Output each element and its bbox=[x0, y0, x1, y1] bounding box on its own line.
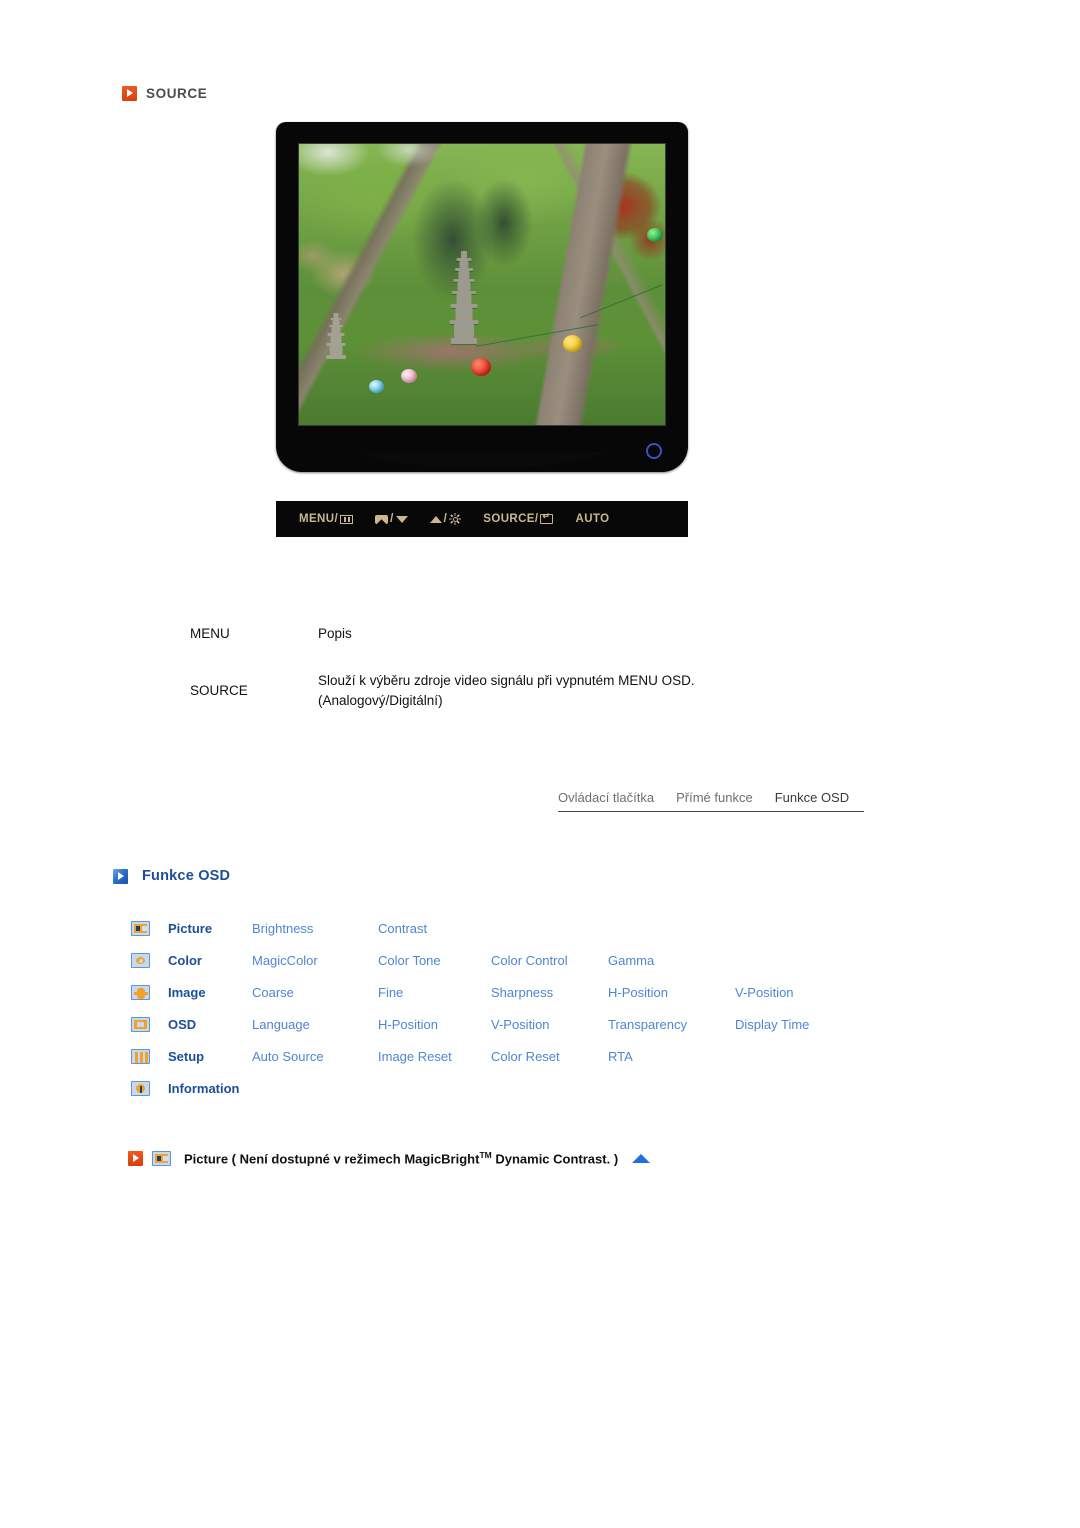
button-up-brightness[interactable]: / bbox=[429, 513, 462, 525]
picture-note: Picture ( Není dostupné v režimech Magic… bbox=[128, 1150, 651, 1166]
osd-row-setup: Setup Auto Source Image Reset Color Rese… bbox=[131, 1040, 891, 1072]
osd-category-picture[interactable]: Picture bbox=[168, 921, 252, 936]
monitor-bezel bbox=[276, 122, 688, 492]
image-icon bbox=[131, 984, 150, 1000]
osd-item-v-position[interactable]: V-Position bbox=[491, 1017, 608, 1032]
tab-prime-funkce[interactable]: Přímé funkce bbox=[676, 790, 753, 805]
button-magicbright-down[interactable]: / bbox=[375, 513, 408, 525]
up-arrow-icon bbox=[429, 515, 442, 523]
osd-item-display-time[interactable]: Display Time bbox=[735, 1017, 809, 1032]
table-row: SOURCE Slouží k výběru zdroje video sign… bbox=[190, 671, 890, 710]
osd-item-h-position[interactable]: H-Position bbox=[608, 985, 735, 1000]
information-icon bbox=[131, 1080, 150, 1096]
row-description-line2: (Analogový/Digitální) bbox=[318, 692, 443, 708]
tab-ovladaci-tlacitka[interactable]: Ovládací tlačítka bbox=[558, 790, 654, 805]
osd-item-coarse[interactable]: Coarse bbox=[252, 985, 378, 1000]
osd-item-contrast[interactable]: Contrast bbox=[378, 921, 491, 936]
trademark-mark: TM bbox=[479, 1150, 492, 1160]
osd-item-transparency[interactable]: Transparency bbox=[608, 1017, 735, 1032]
separator: / bbox=[443, 513, 448, 525]
osd-item-color-tone[interactable]: Color Tone bbox=[378, 953, 491, 968]
osd-row-image: Image Coarse Fine Sharpness H-Position V… bbox=[131, 976, 891, 1008]
picture-note-text: Picture ( Není dostupné v režimech Magic… bbox=[184, 1150, 618, 1166]
monitor-illustration: MENU/ / / SOURCE/ AUTO bbox=[276, 122, 688, 542]
osd-item-gamma[interactable]: Gamma bbox=[608, 953, 735, 968]
osd-row-picture: Picture Brightness Contrast bbox=[131, 912, 891, 944]
monitor-screen bbox=[298, 143, 666, 426]
osd-item-sharpness[interactable]: Sharpness bbox=[491, 985, 608, 1000]
osd-row-color: Color MagicColor Color Tone Color Contro… bbox=[131, 944, 891, 976]
orange-play-square-icon bbox=[122, 86, 137, 101]
column-header-menu: MENU bbox=[190, 626, 230, 641]
osd-row-information: Information bbox=[131, 1072, 891, 1104]
pagoda-small bbox=[325, 312, 347, 369]
osd-item-image-reset[interactable]: Image Reset bbox=[378, 1049, 491, 1064]
row-menu-name: SOURCE bbox=[190, 683, 248, 698]
menu-grid-icon bbox=[340, 514, 354, 524]
page-title: SOURCE bbox=[146, 86, 208, 101]
button-source-enter[interactable]: SOURCE/ bbox=[483, 511, 554, 525]
column-header-description: Popis bbox=[318, 626, 352, 641]
power-led-ring-icon bbox=[646, 443, 662, 459]
row-description-line1: Slouží k výběru zdroje video signálu při… bbox=[318, 673, 695, 688]
button-auto[interactable]: AUTO bbox=[575, 513, 609, 525]
osd-category-osd[interactable]: OSD bbox=[168, 1017, 252, 1032]
note-text-part2: Dynamic Contrast. ) bbox=[491, 1151, 619, 1167]
setup-icon bbox=[131, 1048, 150, 1064]
button-menu-label: MENU/ bbox=[299, 513, 339, 525]
picture-icon bbox=[152, 1150, 171, 1166]
picture-icon bbox=[131, 920, 150, 936]
table-header-row: MENU Popis bbox=[190, 626, 890, 641]
note-text-part1: Picture ( Není dostupné v režimech Magic… bbox=[184, 1151, 480, 1167]
osd-functions-title: Funkce OSD bbox=[142, 868, 231, 884]
source-section-header: SOURCE bbox=[122, 86, 207, 101]
down-arrow-icon bbox=[395, 515, 408, 523]
lantern-yellow bbox=[562, 335, 582, 353]
button-menu[interactable]: MENU/ bbox=[299, 513, 354, 525]
osd-item-rta[interactable]: RTA bbox=[608, 1049, 735, 1064]
tab-funkce-osd[interactable]: Funkce OSD bbox=[775, 790, 849, 805]
row-description: Slouží k výběru zdroje video signálu při… bbox=[318, 671, 890, 710]
osd-item-color-reset[interactable]: Color Reset bbox=[491, 1049, 608, 1064]
screen-photo bbox=[299, 144, 665, 425]
button-source-label: SOURCE/ bbox=[483, 513, 539, 525]
brightness-sun-icon bbox=[449, 513, 461, 525]
blue-play-square-icon bbox=[113, 868, 128, 884]
osd-item-brightness[interactable]: Brightness bbox=[252, 921, 378, 936]
osd-item-auto-source[interactable]: Auto Source bbox=[252, 1049, 378, 1064]
monitor-button-bar: MENU/ / / SOURCE/ AUTO bbox=[276, 501, 688, 537]
osd-item-v-position[interactable]: V-Position bbox=[735, 985, 794, 1000]
osd-icon bbox=[131, 1016, 150, 1032]
osd-category-setup[interactable]: Setup bbox=[168, 1049, 252, 1064]
monitor-base bbox=[282, 452, 682, 492]
lantern-red bbox=[471, 357, 492, 376]
osd-menu-grid: Picture Brightness Contrast Color MagicC… bbox=[131, 912, 891, 1104]
osd-row-osd: OSD Language H-Position V-Position Trans… bbox=[131, 1008, 891, 1040]
osd-item-language[interactable]: Language bbox=[252, 1017, 378, 1032]
orange-play-square-icon bbox=[128, 1150, 143, 1166]
osd-category-image[interactable]: Image bbox=[168, 985, 252, 1000]
menu-description-table: MENU Popis SOURCE Slouží k výběru zdroje… bbox=[190, 626, 890, 710]
osd-category-color[interactable]: Color bbox=[168, 953, 252, 968]
section-tabs: Ovládací tlačítka Přímé funkce Funkce OS… bbox=[558, 790, 864, 812]
osd-item-magiccolor[interactable]: MagicColor bbox=[252, 953, 378, 968]
lantern-blue bbox=[368, 380, 384, 394]
osd-item-color-control[interactable]: Color Control bbox=[491, 953, 608, 968]
blue-up-triangle-icon[interactable] bbox=[632, 1153, 651, 1163]
pagoda-large bbox=[449, 250, 480, 351]
osd-item-h-position[interactable]: H-Position bbox=[378, 1017, 491, 1032]
osd-item-fine[interactable]: Fine bbox=[378, 985, 491, 1000]
osd-functions-heading: Funkce OSD bbox=[113, 868, 230, 884]
magicbright-icon bbox=[375, 514, 389, 524]
color-icon bbox=[131, 952, 150, 968]
separator: / bbox=[390, 513, 394, 525]
enter-key-icon bbox=[540, 511, 554, 524]
osd-category-information[interactable]: Information bbox=[168, 1081, 240, 1096]
